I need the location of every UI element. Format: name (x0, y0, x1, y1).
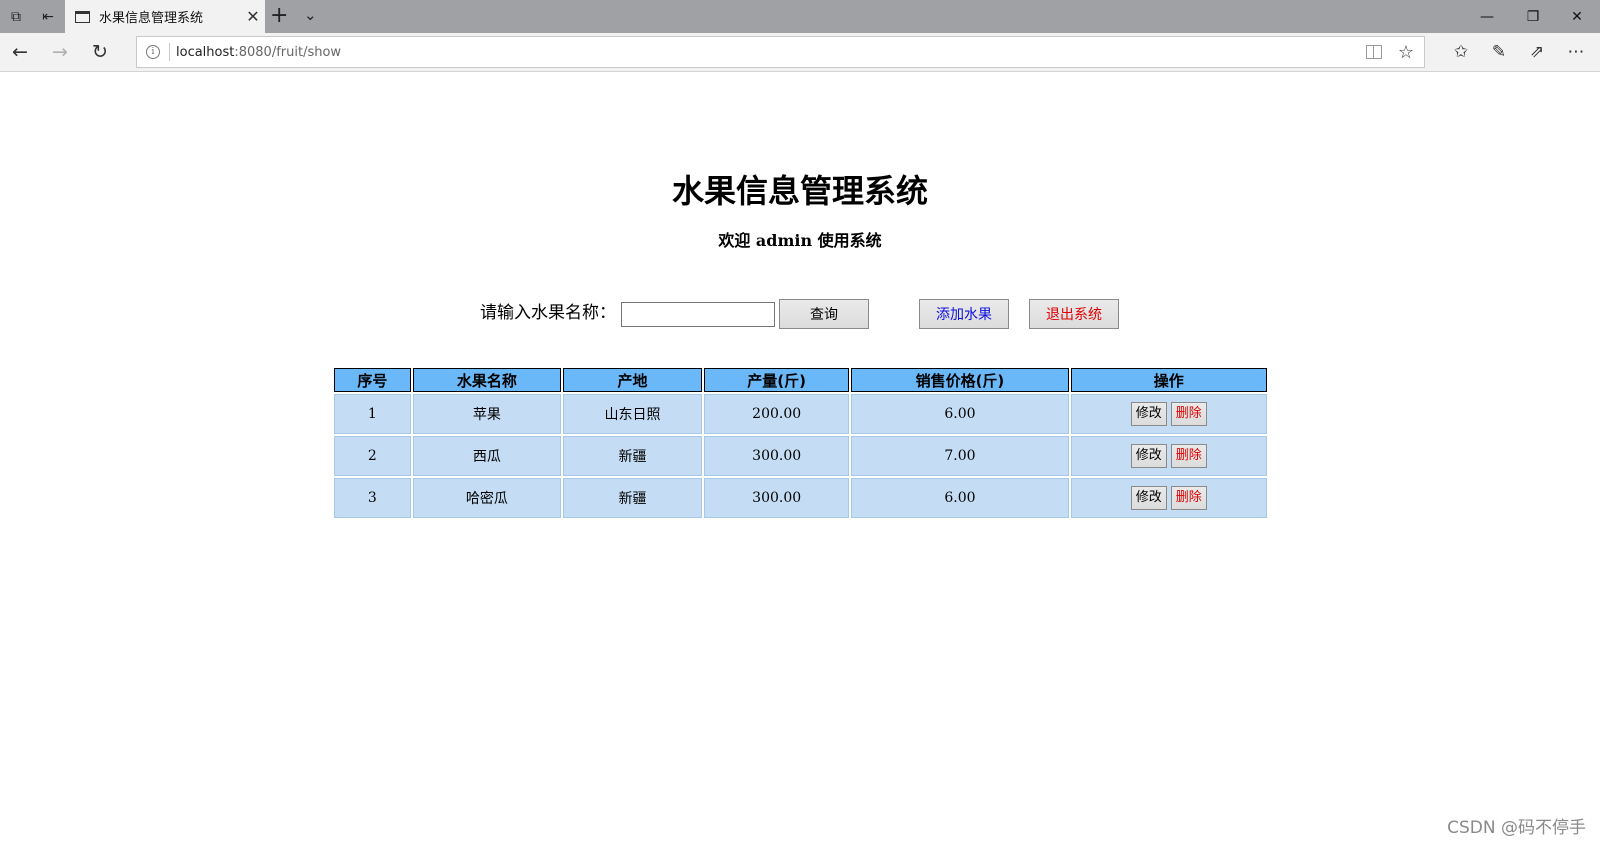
cell-actions: 修改 删除 (1070, 478, 1267, 518)
welcome-text: 欢迎 admin 使用系统 (718, 231, 882, 250)
cell-yield: 300.00 (703, 436, 850, 476)
page-content: 水果信息管理系统 欢迎 admin 使用系统 请输入水果名称： 查询 添加水果 … (0, 73, 1600, 860)
header-price: 销售价格(斤) (851, 368, 1069, 392)
cell-yield: 200.00 (703, 394, 850, 434)
close-window-icon[interactable]: ✕ (1554, 0, 1600, 33)
cell-price: 7.00 (851, 436, 1069, 476)
refresh-icon[interactable]: ↻ (82, 37, 118, 67)
reading-view-icon[interactable] (1365, 45, 1382, 59)
page-title: 水果信息管理系统 (671, 172, 928, 210)
url-text[interactable]: localhost:8080/fruit/show (176, 45, 1366, 60)
chevron-down-icon[interactable]: ⌄ (304, 3, 317, 27)
cell-origin: 新疆 (563, 478, 702, 518)
delete-button[interactable]: 删除 (1170, 486, 1207, 510)
cell-origin: 山东日照 (563, 394, 702, 434)
cell-price: 6.00 (851, 394, 1069, 434)
logout-button[interactable]: 退出系统 (1029, 299, 1119, 329)
tab-title: 水果信息管理系统 (99, 11, 204, 26)
tab-actions-icon[interactable]: ⧉ (0, 0, 32, 33)
close-tab-icon[interactable]: ✕ (241, 7, 265, 26)
info-icon[interactable]: i (146, 45, 160, 59)
table-header-row: 序号 水果名称 产地 产量(斤) 销售价格(斤) 操作 (334, 368, 1267, 392)
address-divider (169, 43, 170, 61)
delete-button[interactable]: 删除 (1170, 402, 1207, 426)
search-label: 请输入水果名称： (480, 303, 616, 323)
url-path: :8080/fruit/show (234, 44, 342, 60)
cell-name: 苹果 (412, 394, 562, 434)
browser-tab[interactable]: 水果信息管理系统 ✕ (65, 0, 265, 33)
delete-button[interactable]: 删除 (1170, 444, 1207, 468)
add-fruit-button[interactable]: 添加水果 (919, 299, 1009, 329)
restore-icon[interactable]: ❐ (1510, 0, 1556, 33)
pen-icon[interactable]: ✎ (1481, 37, 1517, 67)
header-id: 序号 (334, 368, 411, 392)
table-row: 3 哈密瓜 新疆 300.00 6.00 修改 删除 (334, 478, 1267, 518)
header-actions: 操作 (1070, 368, 1267, 392)
header-origin: 产地 (563, 368, 702, 392)
header-yield: 产量(斤) (703, 368, 850, 392)
cell-price: 6.00 (851, 478, 1069, 518)
edit-button[interactable]: 修改 (1130, 486, 1167, 510)
cell-origin: 新疆 (563, 436, 702, 476)
query-button[interactable]: 查询 (779, 299, 869, 329)
more-icon[interactable]: ⋯ (1558, 37, 1594, 67)
fruit-table: 序号 水果名称 产地 产量(斤) 销售价格(斤) 操作 1 苹果 山东日照 20… (332, 366, 1269, 520)
watermark: CSDN @码不停手 (1447, 818, 1586, 838)
address-bar[interactable]: i localhost:8080/fruit/show ☆ (136, 36, 1425, 68)
header-name: 水果名称 (412, 368, 562, 392)
cell-id: 3 (334, 478, 411, 518)
cell-yield: 300.00 (703, 478, 850, 518)
favorites-list-icon[interactable]: ✩ (1443, 37, 1479, 67)
edit-button[interactable]: 修改 (1130, 402, 1167, 426)
table-row: 2 西瓜 新疆 300.00 7.00 修改 删除 (334, 436, 1267, 476)
cell-name: 哈密瓜 (412, 478, 562, 518)
set-aside-tabs-icon[interactable]: ⇤ (32, 0, 64, 33)
cell-name: 西瓜 (412, 436, 562, 476)
favorite-star-icon[interactable]: ☆ (1398, 42, 1414, 63)
cell-id: 1 (334, 394, 411, 434)
url-host: localhost (176, 44, 235, 60)
browser-nav-bar: ← → ↻ i localhost:8080/fruit/show ☆ ✩ ✎ … (0, 33, 1600, 72)
cell-actions: 修改 删除 (1070, 436, 1267, 476)
back-icon[interactable]: ← (2, 37, 38, 67)
page-icon (75, 10, 90, 23)
browser-tab-bar: ⧉ ⇤ 水果信息管理系统 ✕ + ⌄ — ❐ ✕ (0, 0, 1600, 33)
minimize-icon[interactable]: — (1464, 0, 1510, 33)
new-tab-icon[interactable]: + (270, 4, 288, 28)
cell-id: 2 (334, 436, 411, 476)
edit-button[interactable]: 修改 (1130, 444, 1167, 468)
share-icon[interactable]: ⇗ (1519, 37, 1555, 67)
forward-icon[interactable]: → (42, 37, 78, 67)
fruit-name-input[interactable] (621, 302, 775, 327)
cell-actions: 修改 删除 (1070, 394, 1267, 434)
table-row: 1 苹果 山东日照 200.00 6.00 修改 删除 (334, 394, 1267, 434)
